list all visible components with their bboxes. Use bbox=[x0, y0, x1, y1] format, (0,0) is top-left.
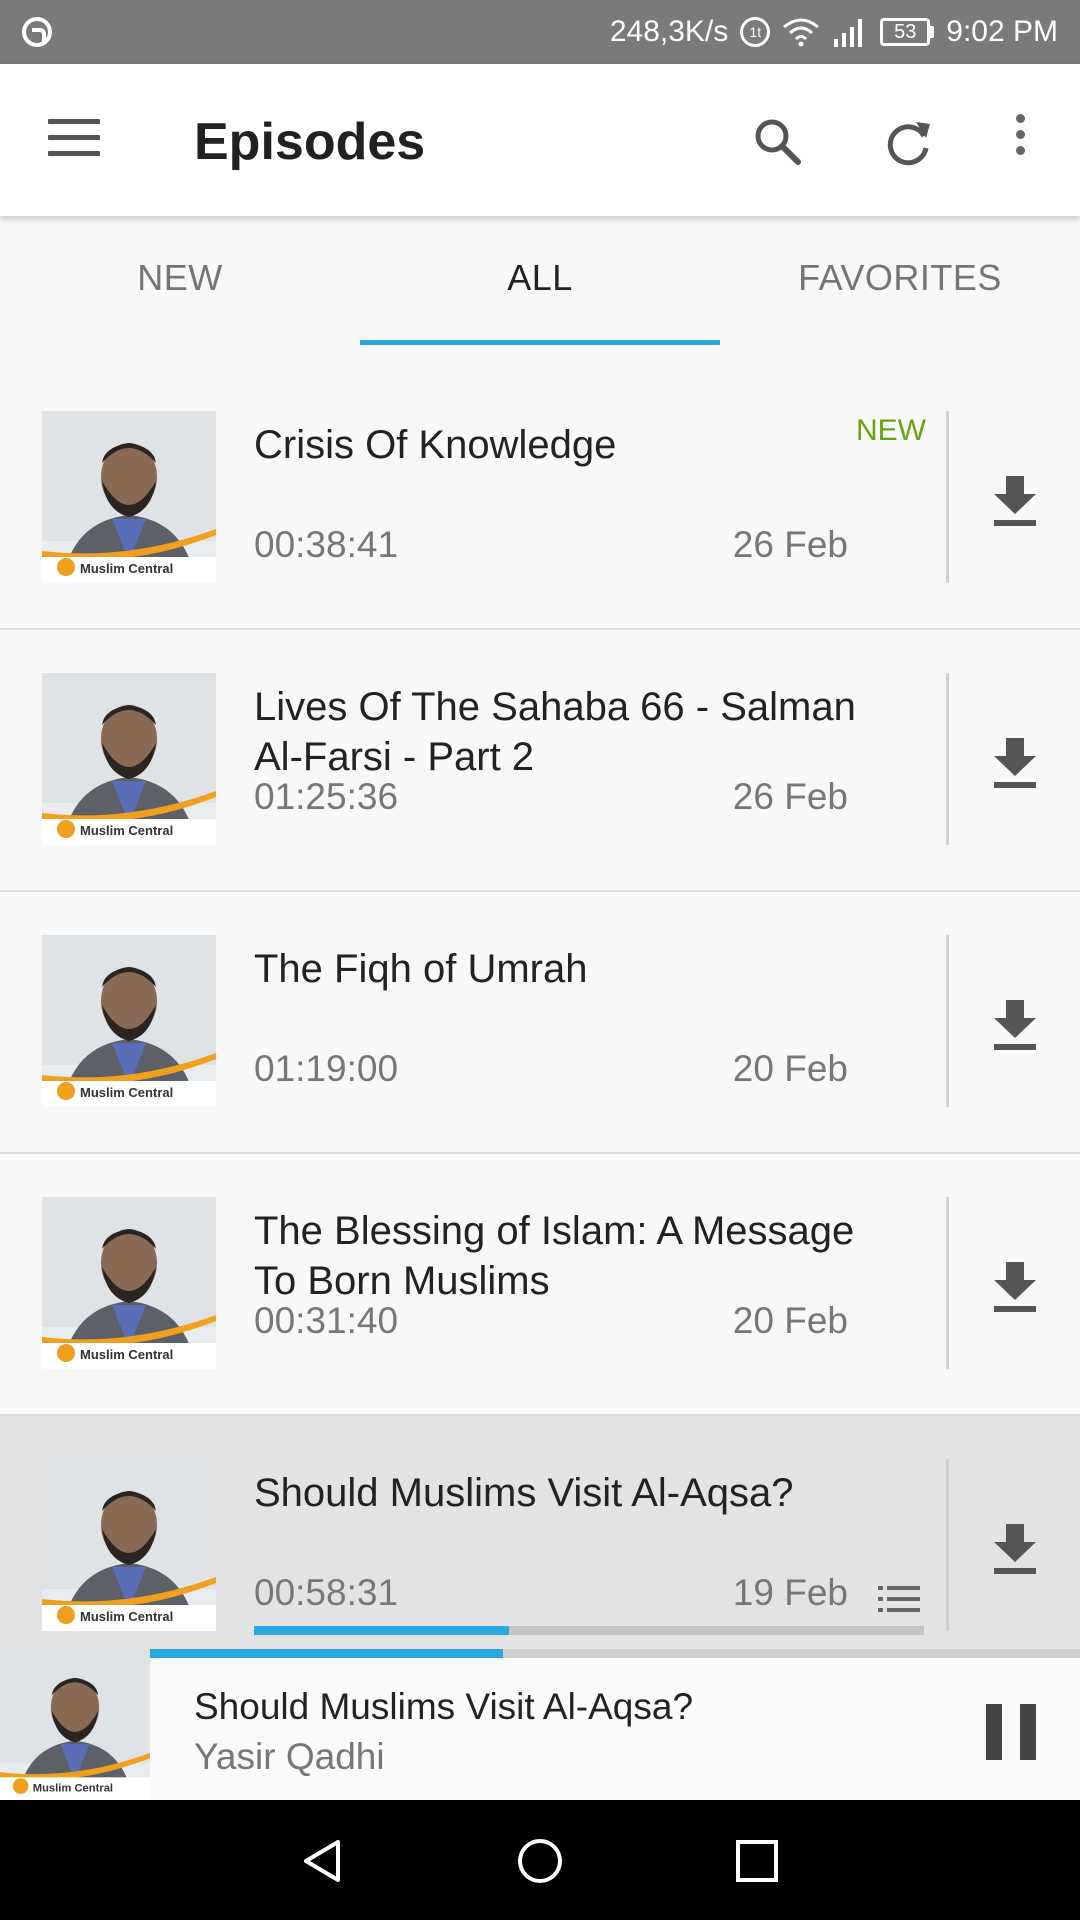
download-icon[interactable] bbox=[990, 736, 1040, 790]
svg-text:Muslim Central: Muslim Central bbox=[80, 823, 173, 838]
signal-icon bbox=[834, 19, 863, 47]
episode-progress-bar[interactable] bbox=[254, 1626, 924, 1635]
episode-title: The Fiqh of Umrah bbox=[254, 947, 588, 991]
episode-thumbnail: Muslim Central bbox=[42, 935, 216, 1107]
download-icon[interactable] bbox=[990, 474, 1040, 528]
recents-icon[interactable] bbox=[732, 1836, 782, 1886]
episode-thumbnail: Muslim Central bbox=[42, 673, 216, 845]
home-icon[interactable] bbox=[515, 1836, 565, 1886]
episode-date: 26 Feb bbox=[732, 776, 848, 817]
svg-text:Muslim Central: Muslim Central bbox=[80, 1347, 173, 1362]
svg-text:Muslim Central: Muslim Central bbox=[33, 1782, 113, 1794]
player-progress-bar[interactable] bbox=[150, 1649, 1080, 1658]
tab-favorites[interactable]: FAVORITES bbox=[720, 216, 1080, 346]
system-nav-bar bbox=[0, 1800, 1080, 1920]
download-icon[interactable] bbox=[990, 1522, 1040, 1576]
episode-title: Lives Of The Sahaba 66 - Salman Al-Farsi… bbox=[254, 685, 856, 779]
episode-duration: 00:31:40 bbox=[254, 1300, 399, 1341]
menu-icon[interactable] bbox=[48, 119, 100, 159]
wifi-icon bbox=[783, 18, 820, 47]
episode-row-playing[interactable]: Muslim Central Should Muslims Visit Al-A… bbox=[0, 1416, 1080, 1678]
episode-row[interactable]: Muslim Central The Fiqh of Umrah 01:19:0… bbox=[0, 892, 1080, 1154]
refresh-icon[interactable] bbox=[880, 114, 936, 170]
episode-date: 26 Feb bbox=[732, 524, 848, 565]
divider bbox=[946, 1459, 949, 1631]
divider bbox=[946, 673, 949, 845]
network-speed: 248,3K/s bbox=[609, 15, 729, 48]
episode-date: 19 Feb bbox=[732, 1572, 848, 1613]
new-badge: NEW bbox=[856, 414, 926, 447]
svg-text:Muslim Central: Muslim Central bbox=[80, 1085, 173, 1100]
divider bbox=[946, 411, 949, 583]
tab-new[interactable]: NEW bbox=[0, 216, 360, 346]
download-icon[interactable] bbox=[990, 1260, 1040, 1314]
episode-date: 20 Feb bbox=[732, 1300, 848, 1341]
player-artist: Yasir Qadhi bbox=[194, 1736, 385, 1777]
episode-duration: 01:25:36 bbox=[254, 776, 399, 817]
episode-title: Crisis Of Knowledge bbox=[254, 423, 617, 467]
playlist-icon bbox=[878, 1586, 920, 1612]
divider bbox=[946, 935, 949, 1107]
status-bar: 248,3K/s 1t 53 9:02 PM bbox=[0, 0, 1080, 64]
episode-duration: 00:58:31 bbox=[254, 1572, 399, 1613]
app-bar: Episodes bbox=[0, 64, 1080, 216]
episode-thumbnail: Muslim Central bbox=[42, 411, 216, 583]
screen: 248,3K/s 1t 53 9:02 PM Episodes NEW ALL … bbox=[0, 0, 1080, 1920]
more-vert-icon[interactable] bbox=[1002, 114, 1038, 170]
episode-date: 20 Feb bbox=[732, 1048, 848, 1089]
tab-bar: NEW ALL FAVORITES bbox=[0, 216, 1080, 346]
episode-thumbnail: Muslim Central bbox=[42, 1197, 216, 1369]
battery-level: 53 bbox=[880, 18, 931, 46]
back-icon[interactable] bbox=[298, 1836, 348, 1886]
episode-duration: 00:38:41 bbox=[254, 524, 399, 565]
player-thumbnail: Muslim Central bbox=[0, 1650, 150, 1800]
episode-title: The Blessing of Islam: A Message To Born… bbox=[254, 1209, 855, 1303]
data-saver-icon: 1t bbox=[740, 17, 771, 47]
episode-duration: 01:19:00 bbox=[254, 1048, 399, 1089]
episode-progress-fill bbox=[254, 1626, 509, 1635]
episode-row[interactable]: Muslim Central The Blessing of Islam: A … bbox=[0, 1154, 1080, 1416]
episode-row[interactable]: Muslim Central Crisis Of Knowledge NEW 0… bbox=[0, 368, 1080, 630]
battery-icon: 53 bbox=[880, 18, 935, 46]
tab-all[interactable]: ALL bbox=[360, 216, 720, 346]
episode-row[interactable]: Muslim Central Lives Of The Sahaba 66 - … bbox=[0, 630, 1080, 892]
player-progress-fill bbox=[150, 1649, 504, 1658]
pause-button[interactable] bbox=[986, 1704, 1036, 1760]
download-icon[interactable] bbox=[990, 998, 1040, 1052]
episode-thumbnail: Muslim Central bbox=[42, 1459, 216, 1631]
player-title: Should Muslims Visit Al-Aqsa? bbox=[194, 1686, 694, 1727]
svg-text:Muslim Central: Muslim Central bbox=[80, 1609, 173, 1624]
episode-list: Muslim Central Crisis Of Knowledge NEW 0… bbox=[0, 368, 1080, 1678]
tab-indicator bbox=[360, 340, 720, 345]
page-title: Episodes bbox=[194, 113, 426, 171]
mini-player[interactable]: Muslim Central Should Muslims Visit Al-A… bbox=[0, 1650, 1080, 1800]
divider bbox=[946, 1197, 949, 1369]
clock: 9:02 PM bbox=[946, 15, 1058, 48]
search-icon[interactable] bbox=[750, 114, 806, 170]
app-notification-icon bbox=[22, 17, 52, 47]
episode-title: Should Muslims Visit Al-Aqsa? bbox=[254, 1471, 794, 1515]
svg-text:Muslim Central: Muslim Central bbox=[80, 561, 173, 576]
